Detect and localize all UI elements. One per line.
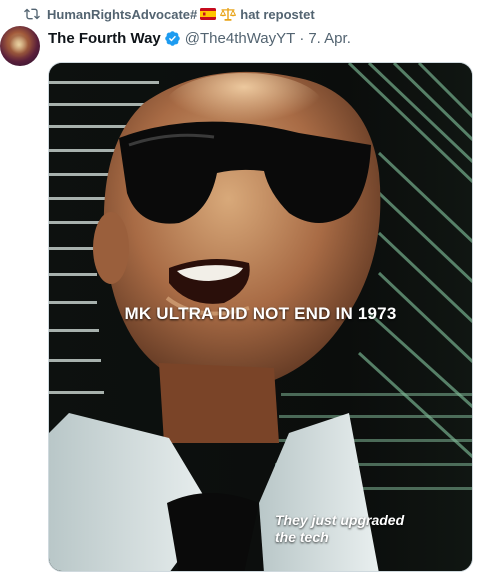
author-handle[interactable]: @The4thWayYT [185, 30, 296, 47]
repost-icon [24, 6, 40, 22]
repost-context: HumanRightsAdvocate# hat repostet [24, 5, 315, 23]
tweet-media-image[interactable]: MK ULTRA DID NOT END IN 1973 They just u… [48, 62, 473, 572]
tweet[interactable]: HumanRightsAdvocate# hat repostet The Fo… [0, 0, 484, 574]
avatar[interactable] [0, 26, 40, 66]
media-caption-sub-line1: They just upgraded [275, 512, 405, 528]
verified-badge-icon[interactable] [164, 30, 181, 47]
separator-dot: · [299, 29, 305, 47]
tweet-date[interactable]: 7. Apr. [308, 30, 351, 47]
repost-suffix: hat repostet [240, 6, 315, 22]
media-caption-main: MK ULTRA DID NOT END IN 1973 [124, 304, 397, 323]
repost-user-link[interactable]: HumanRightsAdvocate# [47, 7, 197, 22]
tweet-header: The Fourth Way @The4thWayYT · 7. Apr. [48, 28, 351, 48]
media-caption-sub-line2: the tech [275, 529, 329, 545]
media-caption-sub: They just upgraded the tech [275, 512, 435, 546]
scales-icon [220, 7, 237, 22]
spain-flag-icon [200, 8, 217, 20]
author-name[interactable]: The Fourth Way [48, 30, 161, 47]
